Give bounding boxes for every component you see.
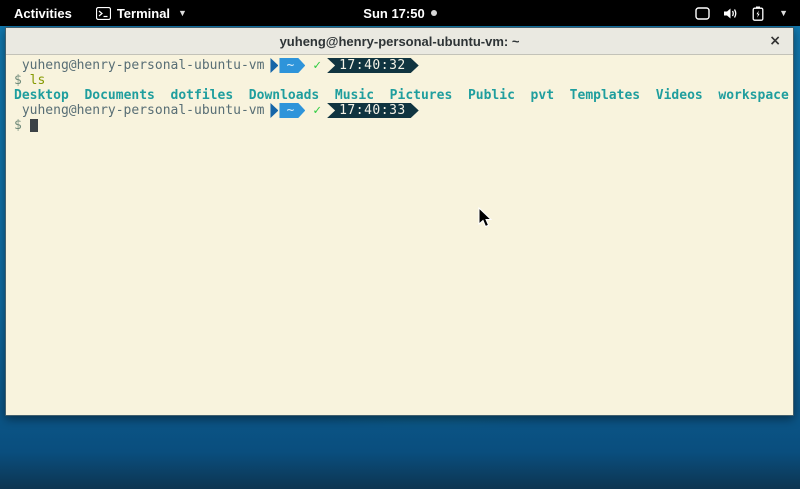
dir-item: Public (468, 88, 515, 103)
prompt-cwd-segment: ~ (279, 58, 305, 73)
chevron-down-icon: ▼ (779, 8, 788, 18)
dir-item: workspace (718, 88, 788, 103)
dir-item: Music (335, 88, 374, 103)
window-title: yuheng@henry-personal-ubuntu-vm: ~ (6, 34, 793, 49)
powerline-arrow-icon (270, 58, 278, 73)
system-tray[interactable]: ▼ (683, 0, 800, 26)
dir-item: Downloads (249, 88, 319, 103)
terminal-window: yuheng@henry-personal-ubuntu-vm: ~ × yuh… (5, 27, 794, 416)
prompt-symbol: $ (14, 118, 22, 133)
prompt-cwd-segment: ~ (279, 103, 305, 118)
dir-item: dotfiles (171, 88, 234, 103)
current-prompt-line: $ (14, 118, 787, 133)
prompt-line-1: yuheng@henry-personal-ubuntu-vm ~ ✓ 17:4… (14, 58, 787, 73)
gnome-top-bar: Activities Terminal ▼ Sun 17:50 (0, 0, 800, 26)
dir-item: Desktop (14, 88, 69, 103)
recording-indicator-dot (431, 10, 437, 16)
prompt-time-segment: 17:40:32 (327, 58, 419, 73)
close-icon[interactable]: × (769, 34, 781, 48)
dir-item: Videos (656, 88, 703, 103)
activities-button[interactable]: Activities (0, 0, 86, 26)
prompt-time-segment: 17:40:33 (327, 103, 419, 118)
ls-output-row: Desktop Documents dotfiles Downloads Music Pi… (14, 88, 787, 103)
typed-command: ls (30, 73, 46, 88)
prompt-line-2: yuheng@henry-personal-ubuntu-vm ~ ✓ 17:4… (14, 103, 787, 118)
powerline-arrow-icon (270, 103, 278, 118)
prompt-user-host: yuheng@henry-personal-ubuntu-vm (22, 58, 265, 73)
terminal-icon (96, 7, 111, 20)
battery-charging-icon (752, 6, 764, 21)
app-menu-label: Terminal (117, 6, 170, 21)
app-menu-terminal[interactable]: Terminal ▼ (86, 0, 197, 26)
volume-icon (723, 7, 739, 20)
terminal-block-cursor (30, 119, 38, 132)
prompt-symbol: $ (14, 73, 22, 88)
chevron-down-icon: ▼ (178, 8, 187, 18)
prompt-user-host: yuheng@henry-personal-ubuntu-vm (22, 103, 265, 118)
dir-item: Templates (570, 88, 640, 103)
dir-item: Documents (84, 88, 154, 103)
command-line: $ ls (14, 73, 787, 88)
window-titlebar[interactable]: yuheng@henry-personal-ubuntu-vm: ~ × (6, 28, 793, 55)
dir-item: pvt (531, 88, 554, 103)
check-icon: ✓ (313, 103, 321, 118)
terminal-content[interactable]: yuheng@henry-personal-ubuntu-vm ~ ✓ 17:4… (6, 55, 793, 415)
clock[interactable]: Sun 17:50 (363, 6, 424, 21)
dir-item: Pictures (390, 88, 453, 103)
check-icon: ✓ (313, 58, 321, 73)
screen-share-icon (695, 7, 710, 20)
